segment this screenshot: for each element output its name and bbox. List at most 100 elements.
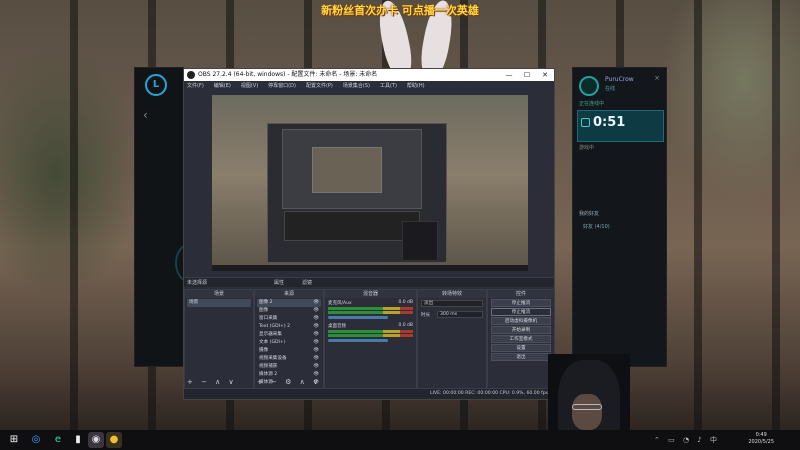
transition-select[interactable]: 淡出 [421, 300, 483, 307]
obs-statusbar: LIVE: 00:00:00 REC: 00:00:00 CPU: 0.9%, … [184, 389, 554, 399]
filters-button[interactable]: 滤镜 [302, 278, 312, 288]
background-plant-right [660, 0, 800, 200]
queue-timer: 0:51 [593, 115, 626, 130]
channel-name: 桌面音频 [328, 324, 346, 329]
minimize-button[interactable]: — [500, 69, 518, 81]
windows-icon[interactable]: ⊞ [6, 432, 22, 448]
source-item[interactable]: 显示器采集 👁 [257, 331, 321, 339]
clock-time: 0:49 [755, 432, 767, 438]
username: PuruCrow [605, 76, 634, 83]
eye-icon: 👁 [313, 356, 319, 361]
eye-icon: 👁 [313, 324, 319, 329]
source-item[interactable]: 视频采集设备 👁 [257, 355, 321, 363]
source-item[interactable]: 窗口采集 👁 [257, 315, 321, 323]
audio-mixer-dock: 混音器 麦克风/Aux 0.0 dB 桌面音频 0.0 dB [324, 289, 417, 389]
league-logo-icon[interactable]: L [145, 74, 167, 96]
edge-icon[interactable]: e [50, 432, 66, 448]
source-toolbar: 未选择源 属性 滤镜 [184, 277, 554, 287]
streamer-glasses [572, 404, 602, 410]
duration-input[interactable]: 300 ms [437, 311, 483, 318]
menu-tools[interactable]: 工具(T) [380, 81, 397, 91]
queue-hint: 正在连线中 [579, 101, 605, 107]
eye-icon: 👁 [313, 340, 319, 345]
windows-taskbar: ⊞ ◎ e ▮ ◉ ● ⌃ ▭ ◔ ♪ 中 0:49 2020/5/25 [0, 430, 800, 450]
source-item[interactable]: 图像 👁 [257, 307, 321, 315]
start-recording-button[interactable]: 开始录制 [491, 326, 551, 334]
channel-db: 0.0 dB [398, 323, 413, 328]
menu-help[interactable]: 帮助(H) [407, 81, 425, 91]
scenes-footer-controls[interactable]: + − ∧ ∨ [187, 378, 237, 386]
nested-taskbar [212, 265, 528, 271]
nested-webcam [402, 221, 438, 261]
system-tray-icons[interactable]: ⌃ ▭ ◔ ♪ 中 [654, 435, 720, 445]
obs-icon[interactable]: ◉ [88, 432, 104, 448]
volume-meter [328, 307, 413, 310]
source-item[interactable]: 图像 2 👁 [257, 299, 321, 307]
file-icon[interactable]: ▮ [70, 432, 86, 448]
mixer-title: 混音器 [325, 290, 416, 298]
maximize-button[interactable]: ☐ [518, 69, 536, 81]
scene-item[interactable]: 场景 [187, 299, 251, 307]
obs-title: OBS 27.2.4 (64-bit, windows) - 配置文件: 未命名… [198, 71, 378, 78]
studio-mode-button[interactable]: 工作室模式 [491, 335, 551, 343]
queue-state: 游戏中 [579, 145, 595, 151]
channel-name: 麦克风/Aux [328, 301, 352, 306]
exit-button[interactable]: 退出 [491, 353, 551, 361]
friends-group[interactable]: 好友 (4/10) [583, 223, 610, 230]
friends-section-title[interactable]: 我的好友 [579, 210, 599, 217]
source-item[interactable]: 摄像 👁 [257, 347, 321, 355]
eye-icon: 👁 [313, 348, 319, 353]
volume-slider[interactable] [328, 339, 388, 342]
obs-preview[interactable] [212, 95, 528, 271]
menu-docks[interactable]: 停靠窗口(D) [268, 81, 296, 91]
eye-icon: 👁 [313, 332, 319, 337]
channel-db: 0.0 dB [398, 300, 413, 305]
sources-footer-controls[interactable]: + − ⚙ ∧ ∨ [257, 378, 321, 386]
source-item[interactable]: 文本 (GDI+) 👁 [257, 339, 321, 347]
no-source-selected: 未选择源 [187, 280, 208, 286]
avatar[interactable] [579, 76, 599, 96]
background-plant-left [0, 40, 140, 300]
stop-stream-button[interactable]: 停止推流 [491, 299, 551, 307]
menu-file[interactable]: 文件(F) [187, 81, 204, 91]
properties-button[interactable]: 属性 [274, 278, 284, 288]
source-item[interactable]: 视频捕获 👁 [257, 363, 321, 371]
app-icon[interactable]: ● [106, 432, 122, 448]
clock-date: 2020/5/25 [748, 439, 774, 445]
transitions-dock: 转场特效 淡出 时长 300 ms [417, 289, 487, 389]
menu-edit[interactable]: 编辑(E) [214, 81, 231, 91]
eye-icon: 👁 [313, 308, 319, 313]
volume-slider[interactable] [328, 316, 388, 319]
close-button[interactable]: ✕ [536, 69, 554, 81]
search-icon[interactable]: ◎ [28, 432, 44, 448]
scenes-dock: 场景 场景 + − ∧ ∨ [184, 289, 254, 389]
eye-icon: 👁 [313, 364, 319, 369]
obs-titlebar[interactable]: OBS 27.2.4 (64-bit, windows) - 配置文件: 未命名… [184, 69, 554, 81]
settings-button[interactable]: 设置 [491, 344, 551, 352]
volume-meter [328, 311, 413, 314]
controls-title: 控件 [488, 290, 554, 298]
virtual-camera-button[interactable]: 启动虚拟摄像机 [491, 317, 551, 325]
source-item[interactable]: Text (GDI+) 2 👁 [257, 323, 321, 331]
close-icon[interactable]: × [654, 74, 660, 82]
menu-view[interactable]: 视图(V) [241, 81, 258, 91]
volume-meter [328, 334, 413, 337]
mixer-channel: 麦克风/Aux 0.0 dB [325, 298, 416, 321]
scenes-title: 场景 [185, 290, 253, 298]
sources-dock: 来源 图像 2 👁 图像 👁 窗口采集 👁 Text (GDI+) 2 👁 显示器采集 👁… [254, 289, 324, 389]
taskbar-clock[interactable]: 0:49 2020/5/25 [748, 432, 774, 446]
volume-meter [328, 330, 413, 333]
league-client-left-panel: L ‹ [134, 67, 205, 367]
obs-icon [187, 71, 195, 79]
back-arrow-icon[interactable]: ‹ [143, 108, 148, 122]
menu-scene-collection[interactable]: 场景集合(S) [343, 81, 370, 91]
menu-profile[interactable]: 配置文件(P) [306, 81, 333, 91]
timer-icon [581, 118, 590, 127]
mixer-channel: 桌面音频 0.0 dB [325, 321, 416, 344]
nested-preview-3 [312, 147, 382, 193]
user-status: 在线 [605, 86, 616, 92]
controls-dock: 控件 停止推流 停止推流 启动虚拟摄像机 开始录制 工作室模式 设置 退出 [487, 289, 555, 389]
eye-icon: 👁 [313, 316, 319, 321]
stop-stream-button[interactable]: 停止推流 [491, 308, 551, 316]
sources-title: 来源 [255, 290, 323, 298]
